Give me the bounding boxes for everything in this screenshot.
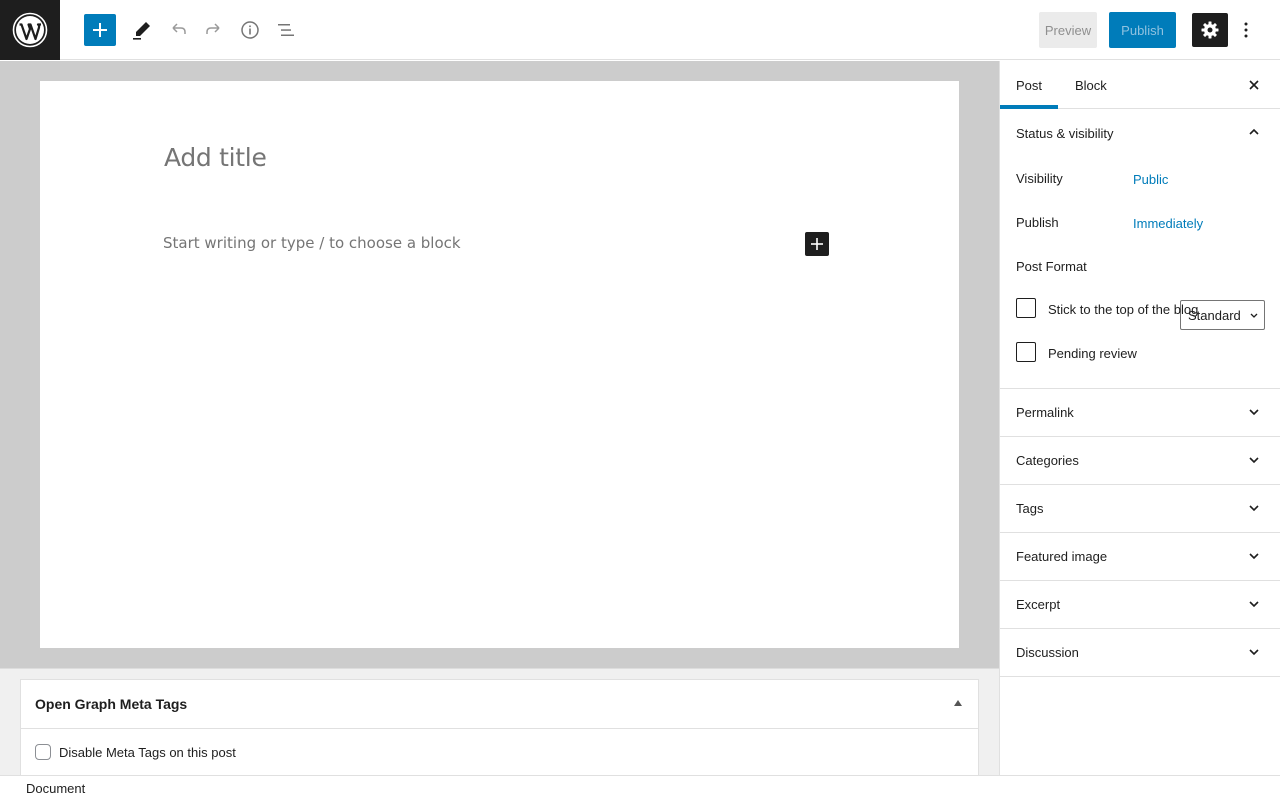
wordpress-logo-icon[interactable]	[0, 0, 60, 60]
plus-icon	[93, 23, 107, 37]
list-view-icon	[278, 24, 294, 36]
panel-featured-image[interactable]: Featured image	[1000, 533, 1280, 581]
post-format-label: Post Format	[1016, 259, 1087, 274]
panel-excerpt[interactable]: Excerpt	[1000, 581, 1280, 629]
chevron-down-icon	[1249, 553, 1259, 560]
tab-block[interactable]: Block	[1075, 61, 1107, 109]
visibility-label: Visibility	[1016, 171, 1063, 186]
collapse-arrow-icon[interactable]	[954, 700, 962, 706]
gear-icon	[1201, 21, 1219, 39]
chevron-down-icon	[1249, 649, 1259, 656]
redo-icon	[206, 23, 220, 34]
more-vertical-icon	[1244, 22, 1248, 38]
sticky-checkbox[interactable]	[1016, 298, 1036, 318]
panel-title: Tags	[1016, 501, 1044, 516]
editor-footer: Document	[0, 775, 1280, 800]
panel-permalink[interactable]: Permalink	[1000, 389, 1280, 437]
chevron-down-icon	[1249, 409, 1259, 416]
chevron-down-icon	[1250, 313, 1258, 318]
visibility-value-link[interactable]: Public	[1133, 172, 1168, 187]
panel-title: Categories	[1016, 453, 1079, 468]
disable-meta-tags-label: Disable Meta Tags on this post	[59, 744, 236, 760]
publish-date-link[interactable]: Immediately	[1133, 216, 1203, 231]
publish-button[interactable]: Publish	[1109, 12, 1176, 48]
chevron-down-icon	[1249, 601, 1259, 608]
details-button[interactable]	[234, 14, 266, 46]
publish-label: Publish	[1016, 215, 1059, 230]
close-icon	[1249, 80, 1259, 90]
disable-meta-tags-checkbox[interactable]	[35, 744, 51, 760]
sidebar-tabs: Post Block	[1000, 61, 1280, 109]
preview-button[interactable]: Preview	[1039, 12, 1097, 48]
settings-button[interactable]	[1192, 13, 1228, 47]
sticky-label: Stick to the top of the blog	[1048, 302, 1199, 317]
panel-title: Featured image	[1016, 549, 1108, 564]
chevron-down-icon	[1249, 505, 1259, 512]
block-placeholder[interactable]: Start writing or type / to choose a bloc…	[163, 234, 461, 252]
disable-meta-tags-row[interactable]: Disable Meta Tags on this post	[21, 729, 978, 775]
post-title-input[interactable]: Add title	[164, 143, 267, 172]
panel-discussion[interactable]: Discussion	[1000, 629, 1280, 677]
breadcrumb[interactable]: Document	[26, 781, 85, 796]
panel-categories[interactable]: Categories	[1000, 437, 1280, 485]
inline-add-block-button[interactable]	[805, 232, 829, 256]
panel-title: Permalink	[1016, 405, 1074, 420]
plus-icon	[811, 238, 823, 250]
pencil-icon	[133, 22, 150, 40]
metabox-header[interactable]: Open Graph Meta Tags	[21, 680, 978, 729]
panel-title: Status & visibility	[1016, 125, 1114, 141]
chevron-down-icon	[1249, 457, 1259, 464]
panel-status-visibility[interactable]: Status & visibility	[1000, 109, 1280, 157]
undo-button[interactable]	[162, 14, 194, 46]
options-button[interactable]	[1236, 14, 1256, 46]
list-view-button[interactable]	[270, 14, 302, 46]
close-sidebar-button[interactable]	[1244, 75, 1264, 95]
pending-review-label: Pending review	[1048, 346, 1137, 361]
tab-post[interactable]: Post	[1016, 61, 1042, 109]
panel-tags[interactable]: Tags	[1000, 485, 1280, 533]
undo-icon	[172, 23, 186, 34]
settings-sidebar: Post Block Status & visibility Visibilit…	[999, 61, 1280, 775]
open-graph-metabox: Open Graph Meta Tags Disable Meta Tags o…	[20, 679, 979, 775]
tools-button[interactable]	[126, 14, 158, 46]
panel-title: Discussion	[1016, 645, 1079, 660]
redo-button[interactable]	[198, 14, 230, 46]
metabox-title: Open Graph Meta Tags	[35, 696, 188, 712]
panel-title: Excerpt	[1016, 597, 1061, 612]
add-block-button[interactable]	[84, 14, 116, 46]
editor-header: Preview Publish	[0, 0, 1280, 60]
chevron-up-icon	[1249, 128, 1259, 135]
info-icon	[241, 21, 259, 39]
pending-review-checkbox[interactable]	[1016, 342, 1036, 362]
status-visibility-body: Visibility Public Publish Immediately Po…	[1000, 157, 1280, 389]
